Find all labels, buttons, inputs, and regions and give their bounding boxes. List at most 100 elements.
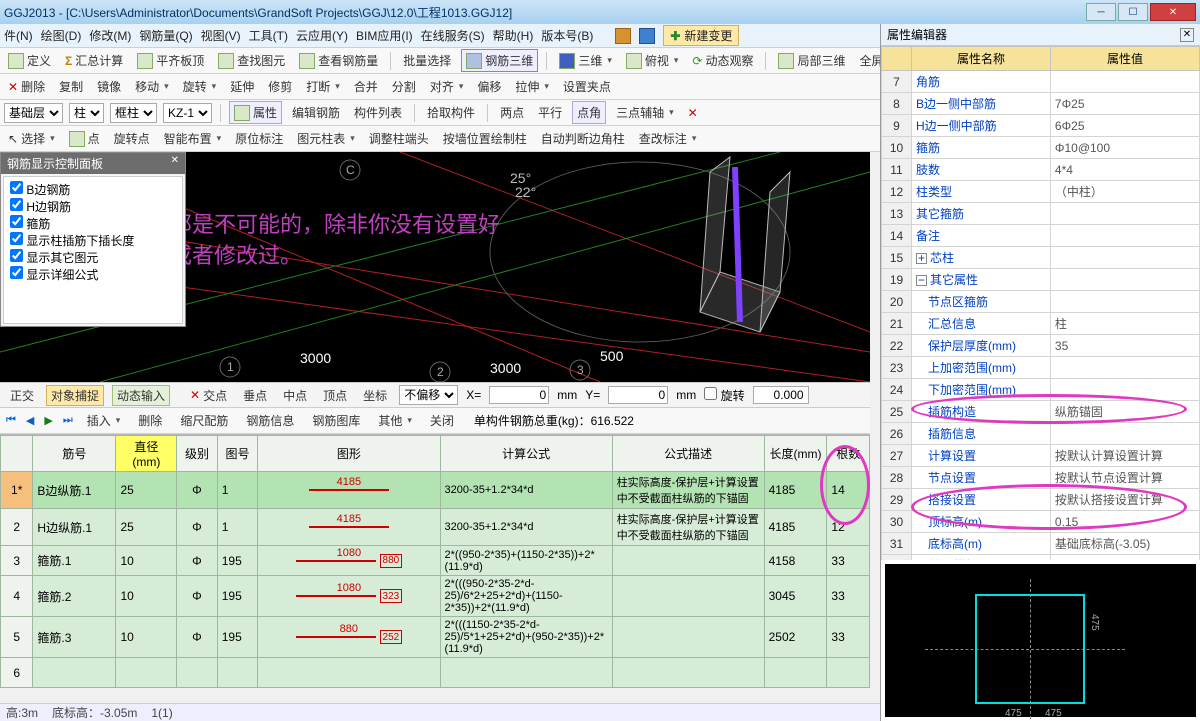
align-button[interactable]: 对齐 xyxy=(426,76,468,97)
floor-select[interactable]: 基础层 xyxy=(4,103,63,123)
menu-item[interactable]: 帮助(H) xyxy=(493,27,534,44)
offset-select[interactable]: 不偏移 xyxy=(399,385,458,405)
member-list-button[interactable]: 构件列表 xyxy=(350,102,406,123)
nav-prev[interactable]: ◀ xyxy=(26,414,34,427)
viewport-3d[interactable]: 1 2 3 C 3000 3000 500 25° 22° 那是不可能的，除非你… xyxy=(0,152,870,382)
snap-perp[interactable]: 垂点 xyxy=(239,385,271,406)
snap-mid[interactable]: 中点 xyxy=(279,385,311,406)
prop-row[interactable]: 7角筋 xyxy=(882,71,1200,93)
orbit-button[interactable]: ⟳动态观察 xyxy=(688,50,757,71)
col-table-button[interactable]: 图元柱表 xyxy=(293,128,359,149)
snap-coord[interactable]: 坐标 xyxy=(359,385,391,406)
prop-row[interactable]: 13其它箍筋 xyxy=(882,203,1200,225)
rebar-info-button[interactable]: 钢筋信息 xyxy=(242,410,298,431)
col-header[interactable]: 长度(mm) xyxy=(764,436,827,472)
two-point-button[interactable]: 两点 xyxy=(496,102,528,123)
table-row[interactable]: 1*B边纵筋.125Φ141853200-35+1.2*34*d柱实际高度-保护… xyxy=(1,472,870,509)
close-icon[interactable]: ✕ xyxy=(171,155,179,172)
checkbox-item[interactable]: 箍筋 xyxy=(10,215,176,232)
prop-row[interactable]: 26 插筋信息 xyxy=(882,423,1200,445)
prop-row[interactable]: 28 节点设置按默认节点设置计算 xyxy=(882,467,1200,489)
col-header[interactable]: 筋号 xyxy=(33,436,116,472)
nav-first[interactable]: ⏮ xyxy=(6,414,16,427)
view-rebar-button[interactable]: 查看钢筋量 xyxy=(295,50,382,71)
table-row[interactable]: 6 xyxy=(1,658,870,688)
snap-intersect[interactable]: ✕交点 xyxy=(186,385,231,406)
icon-button[interactable] xyxy=(639,28,655,44)
new-change-button[interactable]: ✚ 新建变更 xyxy=(663,25,739,46)
trim-button[interactable]: 修剪 xyxy=(264,76,296,97)
prop-row[interactable]: 14备注 xyxy=(882,225,1200,247)
prop-row[interactable]: 21 汇总信息柱 xyxy=(882,313,1200,335)
prop-row[interactable]: 15+芯柱 xyxy=(882,247,1200,269)
split-button[interactable]: 分割 xyxy=(388,76,420,97)
smart-place-button[interactable]: 智能布置 xyxy=(160,128,226,149)
rotate-check[interactable]: 旋转 xyxy=(704,387,744,404)
ortho-toggle[interactable]: 正交 xyxy=(6,385,38,406)
nav-last[interactable]: ⏭ xyxy=(63,414,73,427)
prop-row[interactable]: 32+锚固搭接 xyxy=(882,555,1200,561)
mirror-button[interactable]: 镜像 xyxy=(93,76,125,97)
checkbox-item[interactable]: 显示柱插筋下插长度 xyxy=(10,232,176,249)
adjust-end-button[interactable]: 调整柱端头 xyxy=(365,128,433,149)
menu-item[interactable]: 云应用(Y) xyxy=(296,27,348,44)
table-row[interactable]: 3箍筋.110Φ19510808802*((950-2*35)+(1150-2*… xyxy=(1,546,870,576)
menu-item[interactable]: 钢筋量(Q) xyxy=(139,27,192,44)
stretch-button[interactable]: 拉伸 xyxy=(511,76,553,97)
del-row-button[interactable]: 删除 xyxy=(134,410,166,431)
flush-top-button[interactable]: 平齐板顶 xyxy=(133,50,208,71)
edit-label-button[interactable]: 查改标注 xyxy=(635,128,701,149)
sum-calc-button[interactable]: Σ汇总计算 xyxy=(61,50,127,71)
prop-row[interactable]: 23 上加密范围(mm) xyxy=(882,357,1200,379)
merge-button[interactable]: 合并 xyxy=(350,76,382,97)
osnap-toggle[interactable]: 对象捕捉 xyxy=(46,385,104,406)
icon-button[interactable] xyxy=(615,28,631,44)
select-button[interactable]: ↖选择 xyxy=(4,128,59,149)
prop-row[interactable]: 20 节点区箍筋 xyxy=(882,291,1200,313)
shrink-button[interactable]: 缩尺配筋 xyxy=(176,410,232,431)
prop-row[interactable]: 22 保护层厚度(mm)35 xyxy=(882,335,1200,357)
define-button[interactable]: 定义 xyxy=(4,50,55,71)
offset-button[interactable]: 偏移 xyxy=(473,76,505,97)
menu-item[interactable]: 工具(T) xyxy=(249,27,288,44)
id-select[interactable]: KZ-1 xyxy=(163,103,212,123)
del-axis-button[interactable]: ✕ xyxy=(684,104,702,122)
prop-row[interactable]: 25 插筋构造纵筋锚固 xyxy=(882,401,1200,423)
close-icon[interactable]: ✕ xyxy=(1180,28,1194,42)
menu-item[interactable]: BIM应用(I) xyxy=(356,27,413,44)
prop-row[interactable]: 19−其它属性 xyxy=(882,269,1200,291)
parallel-button[interactable]: 平行 xyxy=(534,102,566,123)
sub-select[interactable]: 框柱 xyxy=(110,103,157,123)
type-select[interactable]: 柱 xyxy=(69,103,104,123)
edit-rebar-button[interactable]: 编辑钢筋 xyxy=(288,102,344,123)
x-input[interactable] xyxy=(489,386,549,404)
top-view-button[interactable]: 俯视 xyxy=(622,50,683,71)
snap-end[interactable]: 顶点 xyxy=(319,385,351,406)
checkbox-item[interactable]: B边钢筋 xyxy=(10,181,176,198)
checkbox-item[interactable]: 显示详细公式 xyxy=(10,266,176,283)
view-3d-button[interactable]: 三维 xyxy=(555,50,616,71)
delete-button[interactable]: ✕删除 xyxy=(4,76,49,97)
menu-item[interactable]: 件(N) xyxy=(4,27,33,44)
partial-3d-button[interactable]: 局部三维 xyxy=(774,50,849,71)
nav-next[interactable]: ▶ xyxy=(44,414,52,427)
minimize-button[interactable]: ─ xyxy=(1086,3,1116,21)
rebar-3d-button[interactable]: 钢筋三维 xyxy=(461,49,538,72)
orig-label-button[interactable]: 原位标注 xyxy=(231,128,287,149)
col-header[interactable]: 计算公式 xyxy=(440,436,612,472)
prop-row[interactable]: 9H边一侧中部筋6Φ25 xyxy=(882,115,1200,137)
move-button[interactable]: 移动 xyxy=(131,76,173,97)
prop-row[interactable]: 10箍筋Φ10@100 xyxy=(882,137,1200,159)
rotate-input[interactable] xyxy=(753,386,809,404)
col-header[interactable]: 根数 xyxy=(827,436,870,472)
three-point-button[interactable]: 三点辅轴 xyxy=(612,102,678,123)
copy-button[interactable]: 复制 xyxy=(55,76,87,97)
insert-button[interactable]: 插入 xyxy=(83,410,125,431)
point-button[interactable]: 点 xyxy=(65,128,104,149)
batch-select-button[interactable]: 批量选择 xyxy=(399,50,455,71)
y-input[interactable] xyxy=(608,386,668,404)
rebar-grid[interactable]: 筋号 直径(mm) 级别 图号 图形 计算公式 公式描述 长度(mm) 根数 1… xyxy=(0,434,870,688)
menu-item[interactable]: 修改(M) xyxy=(89,27,131,44)
prop-row[interactable]: 11肢数4*4 xyxy=(882,159,1200,181)
table-row[interactable]: 2H边纵筋.125Φ141853200-35+1.2*34*d柱实际高度-保护层… xyxy=(1,509,870,546)
